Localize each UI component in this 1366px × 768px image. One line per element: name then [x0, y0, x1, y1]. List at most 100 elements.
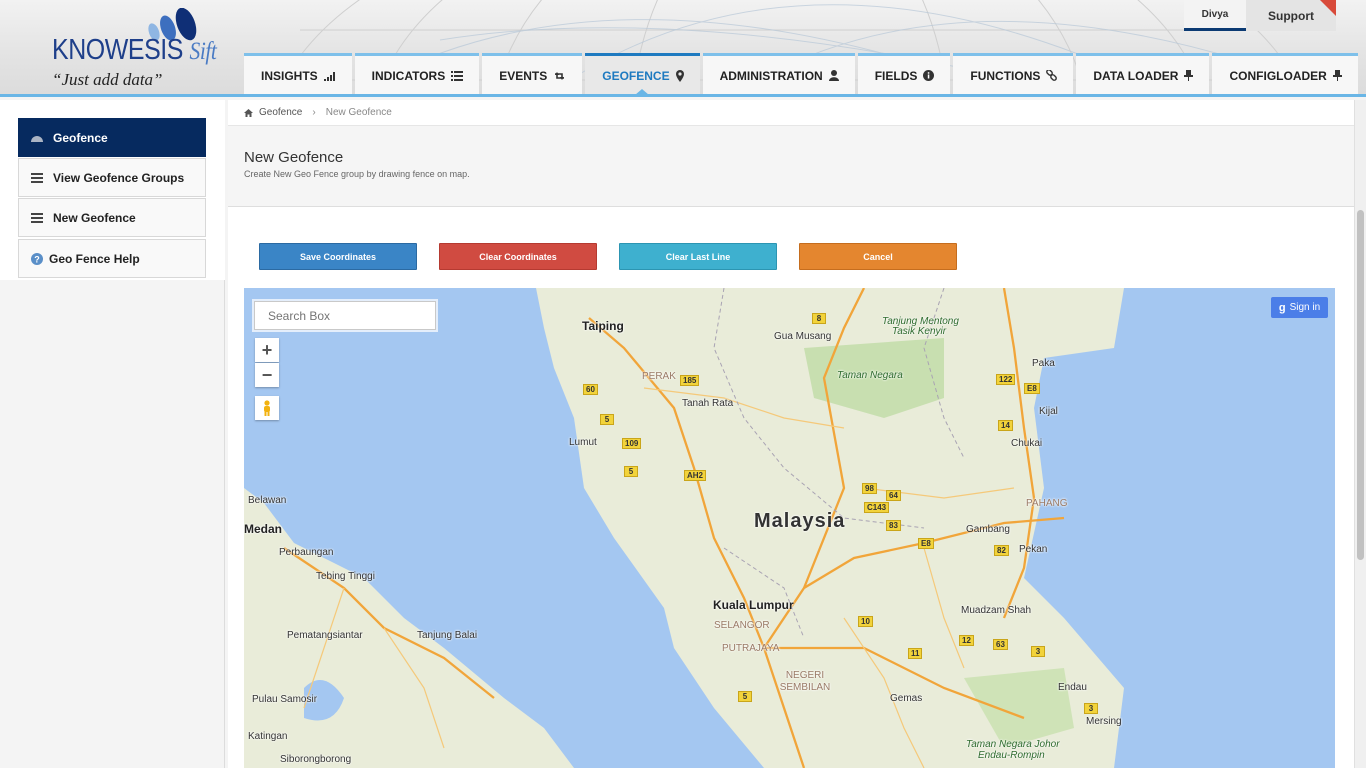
main-nav: INSIGHTS INDICATORS EVENTS GEOFENCE ADMI… [244, 53, 1361, 94]
road-shield: 5 [600, 414, 614, 425]
map-label: Belawan [248, 495, 287, 506]
zoom-out-button[interactable]: − [255, 363, 279, 387]
sidebar-item-view-geofence-groups[interactable]: View Geofence Groups [18, 158, 206, 197]
support-link[interactable]: Support [1246, 0, 1336, 31]
map-label: Medan [244, 522, 283, 536]
sidebar-item-label: Geo Fence Help [49, 251, 140, 266]
sidebar-item-new-geofence[interactable]: New Geofence [18, 198, 206, 237]
help-icon: ? [31, 252, 43, 265]
map-label: Gambang [966, 524, 1010, 535]
sidebar-item-geo-fence-help[interactable]: ? Geo Fence Help [18, 239, 206, 278]
road-shield: 12 [959, 635, 974, 646]
road-shield: 109 [622, 438, 642, 449]
road-shield: E8 [918, 538, 934, 549]
pin-icon [1184, 70, 1194, 81]
home-icon[interactable] [244, 108, 253, 117]
road-shield: 122 [996, 374, 1016, 385]
map-label: Tebing Tinggi [316, 571, 375, 582]
map-label: Tanjung Balai [417, 630, 478, 641]
tab-insights[interactable]: INSIGHTS [244, 53, 352, 94]
map-label: Katingan [248, 731, 288, 742]
user-menu[interactable]: Divya [1184, 0, 1246, 31]
road-shield: 63 [993, 639, 1008, 650]
map-label: Endau [1058, 682, 1087, 693]
sidebar-item-label: New Geofence [53, 210, 136, 225]
map-label: Tanah Rata [682, 398, 734, 409]
road-shield: 10 [858, 616, 873, 627]
tab-events[interactable]: EVENTS [482, 53, 583, 94]
map-label: Taman Negara Johor [966, 739, 1060, 750]
cancel-button[interactable]: Cancel [799, 243, 957, 270]
tab-data-loader[interactable]: DATA LOADER [1076, 53, 1210, 94]
map-label: Gua Musang [774, 331, 832, 342]
brand-tagline: “Just add data” [52, 70, 163, 89]
tab-geofence[interactable]: GEOFENCE [585, 53, 700, 94]
map-label: Paka [1032, 358, 1055, 369]
link-icon [1046, 70, 1058, 81]
chevron-right-icon: › [312, 107, 316, 118]
road-shield: AH2 [684, 470, 707, 481]
road-shield: 185 [680, 375, 700, 386]
map-label: Taiping [582, 319, 624, 333]
tab-functions[interactable]: FUNCTIONS [953, 53, 1074, 94]
tab-configloader[interactable]: CONFIGLOADER [1212, 53, 1358, 94]
scrollbar-thumb[interactable] [1357, 210, 1364, 560]
map-label: Endau-Rompin [978, 750, 1045, 761]
google-g-icon: g [1278, 301, 1286, 314]
brand-name: KNOWESIS Sift [52, 34, 217, 66]
road-shield: 82 [994, 545, 1009, 556]
google-signin-button[interactable]: g Sign in [1271, 297, 1328, 318]
road-shield: 8 [812, 313, 826, 324]
main-content: Geofence › New Geofence New Geofence Cre… [228, 100, 1354, 768]
road-shield: 14 [998, 420, 1013, 431]
tab-indicators[interactable]: INDICATORS [354, 53, 480, 94]
road-shield: 5 [738, 691, 752, 702]
list-icon [451, 70, 464, 81]
notification-corner-icon [1320, 0, 1336, 16]
pin-icon [1332, 70, 1342, 81]
app-header: KNOWESIS Sift “Just add data” Divya Supp… [0, 0, 1366, 97]
map-label: Muadzam Shah [961, 605, 1032, 616]
road-shield: C143 [864, 502, 890, 513]
sidebar-item-label: View Geofence Groups [53, 170, 185, 185]
map-label: Perbaungan [279, 547, 334, 558]
brand-logo[interactable]: KNOWESIS Sift “Just add data” [52, 8, 242, 89]
road-shield: 64 [886, 490, 901, 501]
road-shield: 5 [624, 466, 638, 477]
zoom-in-button[interactable]: + [255, 338, 279, 362]
map-label: Pekan [1019, 544, 1048, 555]
user-tabs: Divya Support [1184, 0, 1336, 31]
map-label: PERAK [642, 371, 676, 382]
street-view-pegman-icon[interactable] [255, 396, 279, 420]
map-label: NEGERI SEMBILAN [779, 670, 831, 693]
page-subtitle: Create New Geo Fence group by drawing fe… [244, 169, 470, 179]
map-search-input[interactable] [254, 301, 436, 330]
country-label: Malaysia [754, 510, 846, 532]
road-shield: 83 [886, 520, 901, 531]
breadcrumb-current: New Geofence [325, 107, 392, 118]
info-icon [923, 70, 935, 81]
sidebar-item-geofence[interactable]: Geofence [18, 118, 206, 157]
road-shield: 3 [1031, 646, 1045, 657]
map-label: Tasik Kenyir [892, 326, 947, 337]
save-coordinates-button[interactable]: Save Coordinates [259, 243, 417, 270]
retweet-icon [553, 71, 566, 81]
map-label: Pulau Samosir [252, 694, 318, 705]
tab-fields[interactable]: FIELDS [857, 53, 951, 94]
page-scrollbar[interactable] [1354, 100, 1366, 768]
tab-administration[interactable]: ADMINISTRATION [702, 53, 855, 94]
map-label: Siborongborong [280, 754, 352, 765]
map-label: Taman Negara [837, 370, 903, 381]
dashboard-icon [31, 134, 43, 142]
clear-coordinates-button[interactable]: Clear Coordinates [439, 243, 597, 270]
map-label: Kuala Lumpur [713, 598, 794, 612]
road-shield: 60 [583, 384, 598, 395]
svg-text:?: ? [34, 254, 40, 264]
map-label: Mersing [1086, 716, 1122, 727]
road-shield: 3 [1084, 703, 1098, 714]
clear-last-line-button[interactable]: Clear Last Line [619, 243, 777, 270]
map-canvas[interactable]: Taiping Gua Musang Tanjung Mentong Tasik… [244, 288, 1335, 768]
map-label: PUTRAJAYA [722, 643, 780, 654]
breadcrumb-geofence-link[interactable]: Geofence [259, 107, 302, 118]
road-shield: E8 [1024, 383, 1040, 394]
